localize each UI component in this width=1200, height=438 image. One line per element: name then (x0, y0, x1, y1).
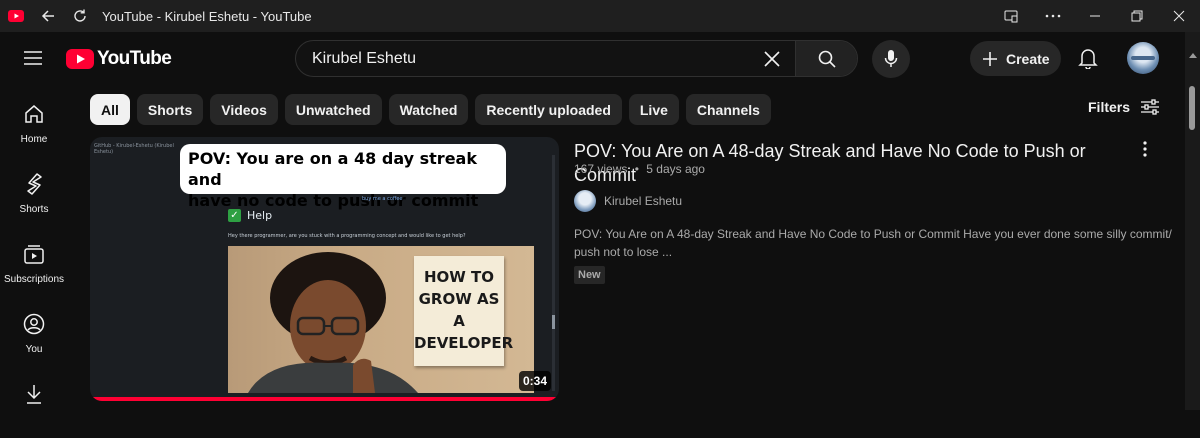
thumbnail-browser-tab: GitHub - Kirubel-Eshetu (Kirubel Eshetu) (94, 143, 174, 155)
reload-icon[interactable] (64, 0, 96, 32)
chip-all[interactable]: All (90, 94, 130, 125)
check-icon: ✓ (228, 209, 241, 222)
shorts-icon (22, 172, 46, 196)
help-heading-text: Help (247, 209, 273, 222)
minimize-icon[interactable] (1074, 0, 1116, 32)
video-metadata: 167 views • 5 days ago (574, 162, 705, 176)
sidebar-item-label: Subscriptions (3, 274, 65, 285)
restore-icon[interactable] (1116, 0, 1158, 32)
filters-label: Filters (1088, 99, 1131, 115)
sidebar-item-subscriptions[interactable]: Subscriptions (0, 228, 68, 298)
clear-search-icon[interactable] (757, 44, 787, 74)
search-button[interactable] (795, 41, 857, 76)
sidebar-item-label: Home (20, 134, 48, 145)
sidebar-item-label: Shorts (19, 204, 49, 215)
sidebar-item-home[interactable]: Home (0, 88, 68, 158)
note-line: DEVELOPER (414, 334, 514, 352)
duration-badge: 0:34 (518, 371, 551, 391)
more-icon[interactable] (1032, 0, 1074, 32)
home-icon (22, 102, 46, 126)
chip-watched[interactable]: Watched (388, 94, 469, 125)
thumbnail-help-heading: ✓ Help (228, 209, 272, 222)
account-avatar[interactable] (1127, 42, 1159, 74)
view-count: 167 views (574, 162, 628, 176)
chip-shorts[interactable]: Shorts (136, 94, 204, 125)
channel-avatar[interactable] (574, 190, 596, 212)
chip-live[interactable]: Live (628, 94, 679, 125)
filter-sliders-icon (1140, 98, 1160, 116)
new-badge: New (574, 266, 605, 284)
chip-channels[interactable]: Channels (685, 94, 771, 125)
page-scrollbar[interactable] (1185, 32, 1200, 410)
thumbnail-help-text: Hey there programmer, are you stuck with… (228, 233, 466, 239)
close-icon[interactable] (1158, 0, 1200, 32)
video-thumbnail[interactable]: GitHub - Kirubel-Eshetu (Kirubel Eshetu)… (90, 137, 559, 401)
note-line: A (453, 312, 465, 330)
you-icon (22, 312, 46, 336)
note-line: GROW AS (418, 290, 500, 308)
search-icon (818, 50, 836, 68)
youtube-logo-icon (66, 49, 94, 69)
youtube-app-icon (0, 0, 32, 32)
thumbnail-caption-line: have no code to push or commit (188, 191, 479, 210)
download-icon (22, 382, 46, 406)
plus-icon (983, 51, 997, 66)
filter-chips-bar: All Shorts Videos Unwatched Watched Rece… (90, 94, 778, 125)
sidebar-item-label: You (25, 344, 43, 355)
sidebar-item-downloads[interactable] (0, 368, 68, 438)
more-actions-icon[interactable] (1134, 138, 1156, 160)
filters-button[interactable]: Filters (1088, 98, 1160, 116)
youtube-logo[interactable]: YouTube (66, 48, 172, 70)
sidebar-item-you[interactable]: You (0, 298, 68, 368)
thumbnail-caption: POV: You are on a 48 day streak and have… (180, 144, 506, 210)
create-button[interactable]: Create (970, 41, 1061, 76)
video-description: POV: You Are on A 48-day Streak and Have… (574, 227, 1172, 259)
watch-progress-bar (90, 397, 559, 401)
chip-recently-uploaded[interactable]: Recently uploaded (475, 94, 622, 125)
thumbnail-caption-line: POV: You are on a 48 day streak and (188, 149, 477, 189)
notifications-bell-icon[interactable] (1074, 44, 1102, 72)
upload-age: 5 days ago (646, 162, 705, 176)
note-line: HOW TO (423, 268, 495, 286)
back-arrow-icon[interactable] (32, 0, 64, 32)
search-box (295, 40, 858, 77)
window-title: YouTube - Kirubel Eshetu - YouTube (102, 8, 312, 24)
thumbnail-scene: HOW TO GROW AS A DEVELOPER (228, 246, 534, 393)
subscriptions-icon (22, 242, 46, 266)
logo-text: YouTube (97, 48, 172, 69)
microphone-icon (884, 50, 898, 67)
menu-icon[interactable] (18, 44, 48, 72)
chip-videos[interactable]: Videos (210, 94, 278, 125)
channel-info[interactable]: Kirubel Eshetu (574, 190, 682, 212)
cast-icon[interactable] (990, 0, 1032, 32)
meta-separator: • (634, 162, 639, 176)
create-label: Create (1006, 50, 1050, 67)
scrollbar-thumb[interactable] (1189, 86, 1195, 130)
masthead: YouTube Create (0, 32, 1200, 84)
search-input[interactable] (296, 41, 757, 76)
scroll-up-arrow-icon[interactable] (1185, 50, 1200, 60)
channel-name[interactable]: Kirubel Eshetu (604, 194, 682, 208)
voice-search-button[interactable] (872, 40, 910, 78)
window-titlebar: YouTube - Kirubel Eshetu - YouTube (0, 0, 1200, 32)
chip-unwatched[interactable]: Unwatched (284, 94, 382, 125)
thumbnail-link-text: buy me a coffee (362, 196, 403, 202)
thumbnail-scrollbar-track (552, 155, 555, 391)
thumbnail-scrollbar-thumb (552, 315, 555, 329)
sidebar-item-shorts[interactable]: Shorts (0, 158, 68, 228)
thumbnail-sticky-note: HOW TO GROW AS A DEVELOPER (414, 256, 514, 366)
